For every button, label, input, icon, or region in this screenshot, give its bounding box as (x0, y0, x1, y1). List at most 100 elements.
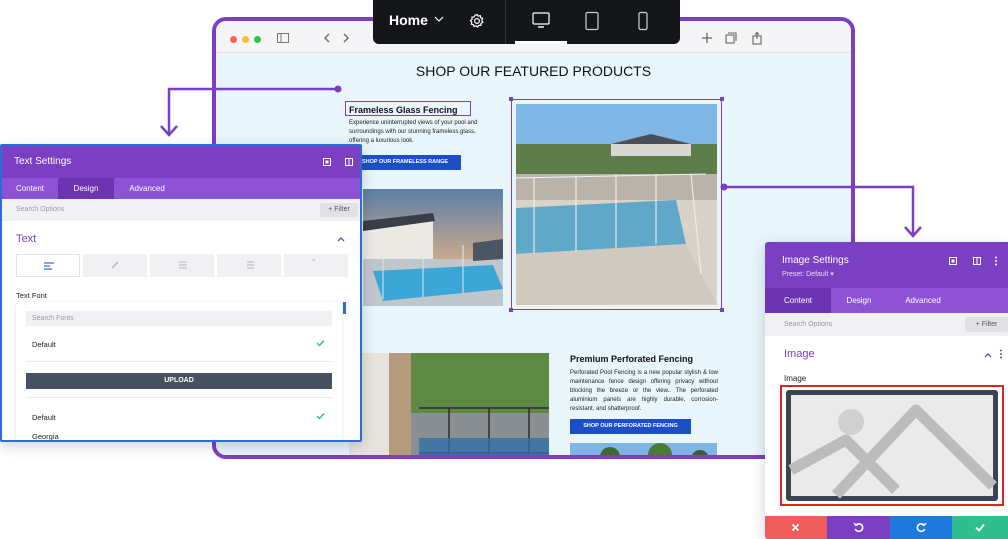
share-icon[interactable] (750, 31, 764, 45)
check-icon (316, 340, 325, 347)
more-options-icon[interactable] (993, 256, 999, 266)
product-description: Perforated Pool Fencing is a new popular… (570, 370, 718, 412)
expand-icon[interactable] (322, 157, 332, 167)
close-dot[interactable] (230, 36, 237, 43)
divider (26, 361, 332, 362)
text-style-buttons: ” (16, 254, 348, 277)
filter-button[interactable]: + Filter (320, 203, 358, 217)
tab-advanced[interactable]: Advanced (114, 178, 180, 199)
dock-icon[interactable] (344, 157, 354, 167)
new-tab-icon[interactable] (700, 31, 714, 45)
trees-image[interactable] (570, 443, 717, 459)
ordered-list-button[interactable] (217, 254, 281, 277)
font-option[interactable]: Default (32, 413, 56, 422)
builder-toolbar: Home (373, 0, 680, 44)
align-left-button[interactable] (16, 254, 80, 277)
back-icon[interactable] (320, 31, 334, 45)
undo-icon (853, 522, 864, 533)
product-description: Experience uninterrupted views of your p… (349, 120, 478, 144)
page-heading: SHOP OUR FEATURED PRODUCTS (415, 63, 652, 79)
tablet-icon[interactable] (584, 11, 600, 31)
search-options-input[interactable]: Search Options (784, 321, 832, 328)
font-option[interactable]: Georgia (32, 432, 59, 440)
tab-design[interactable]: Design (58, 178, 114, 199)
font-search-input[interactable]: Search Fonts (26, 311, 332, 326)
panel-footer (765, 516, 1008, 539)
chevron-up-icon[interactable] (983, 351, 993, 359)
close-icon (791, 523, 800, 532)
toolbar-divider (505, 0, 506, 44)
section-title[interactable]: Image (784, 348, 815, 360)
text-settings-panel: Text Settings Content Design Advanced Se… (0, 144, 362, 442)
check-icon (316, 413, 325, 420)
panel-title: Text Settings (14, 156, 72, 167)
text-selection-outline (345, 101, 471, 116)
app-root: SHOP OUR FEATURED PRODUCTS Frameless Gla… (0, 0, 1008, 539)
search-options-input[interactable]: Search Options (16, 206, 64, 213)
dock-icon[interactable] (972, 256, 982, 266)
align-left-icon (44, 262, 54, 270)
panel-header: Text Settings (2, 146, 360, 178)
panel-tabs: Content Design Advanced (2, 178, 360, 199)
glass-pool-image[interactable] (516, 104, 717, 305)
page-selector-label[interactable]: Home (389, 12, 428, 28)
shop-frameless-button[interactable]: SHOP OUR FRAMELESS RANGE (349, 155, 461, 170)
chevron-down-icon[interactable] (433, 13, 445, 25)
font-option[interactable]: Default (32, 340, 56, 349)
preset-selector[interactable]: Preset: Default ▾ (782, 270, 834, 278)
unordered-list-button[interactable] (150, 254, 214, 277)
panel-header: Image Settings Preset: Default ▾ (765, 242, 1008, 288)
font-search-placeholder: Search Fonts (32, 315, 74, 322)
list-icon (179, 261, 187, 269)
field-label: Text Font (16, 291, 47, 300)
upload-button[interactable]: UPLOAD (26, 373, 332, 389)
phone-icon[interactable] (637, 11, 649, 31)
image-placeholder-icon[interactable] (786, 390, 998, 501)
expand-icon[interactable] (948, 256, 958, 266)
shop-perforated-button[interactable]: SHOP OUR PERFORATED FENCING (570, 419, 691, 434)
desktop-icon[interactable] (531, 11, 551, 29)
redo-button[interactable] (890, 516, 952, 539)
ordered-list-icon (247, 261, 254, 269)
panel-title: Image Settings (782, 255, 849, 266)
resize-handle[interactable] (509, 97, 513, 101)
gear-icon[interactable] (469, 13, 485, 29)
check-icon (975, 523, 985, 532)
divider (26, 397, 332, 398)
filter-button[interactable]: + Filter (965, 317, 1008, 332)
resize-handle[interactable] (720, 97, 724, 101)
resize-handle[interactable] (509, 308, 513, 312)
quote-icon: ” (312, 258, 316, 269)
sidebar-icon[interactable] (276, 31, 290, 45)
tab-content[interactable]: Content (2, 178, 58, 199)
search-row: Search Options + Filter (765, 313, 1008, 336)
link-style-button[interactable] (83, 254, 147, 277)
minimize-dot[interactable] (242, 36, 249, 43)
tab-advanced[interactable]: Advanced (887, 288, 959, 313)
tab-design[interactable]: Design (831, 288, 887, 313)
tabs-overview-icon[interactable] (724, 31, 738, 45)
scrollbar[interactable] (343, 302, 346, 314)
search-row: Search Options + Filter (2, 199, 360, 221)
panel-tabs: Content Design Advanced (765, 288, 1008, 313)
pool-dusk-image[interactable] (363, 189, 503, 306)
link-icon (111, 261, 119, 269)
section-title[interactable]: Text (16, 233, 36, 245)
product-title[interactable]: Premium Perforated Fencing (570, 354, 693, 364)
quote-button[interactable]: ” (284, 254, 348, 277)
maximize-dot[interactable] (254, 36, 261, 43)
forward-icon[interactable] (339, 31, 353, 45)
chevron-up-icon[interactable] (336, 235, 346, 243)
more-options-icon[interactable] (998, 349, 1004, 359)
save-button[interactable] (952, 516, 1008, 539)
redo-icon (916, 522, 927, 533)
image-settings-panel: Image Settings Preset: Default ▾ Content… (765, 242, 1008, 539)
resize-handle[interactable] (720, 308, 724, 312)
field-label: Image (784, 374, 807, 383)
image-upload-highlight (780, 385, 1004, 506)
undo-button[interactable] (827, 516, 890, 539)
font-dropdown: Search Fonts Default UPLOAD Default Geor… (16, 302, 342, 440)
discard-button[interactable] (765, 516, 827, 539)
tab-content[interactable]: Content (765, 288, 831, 313)
perforated-fence-image[interactable] (349, 353, 549, 459)
